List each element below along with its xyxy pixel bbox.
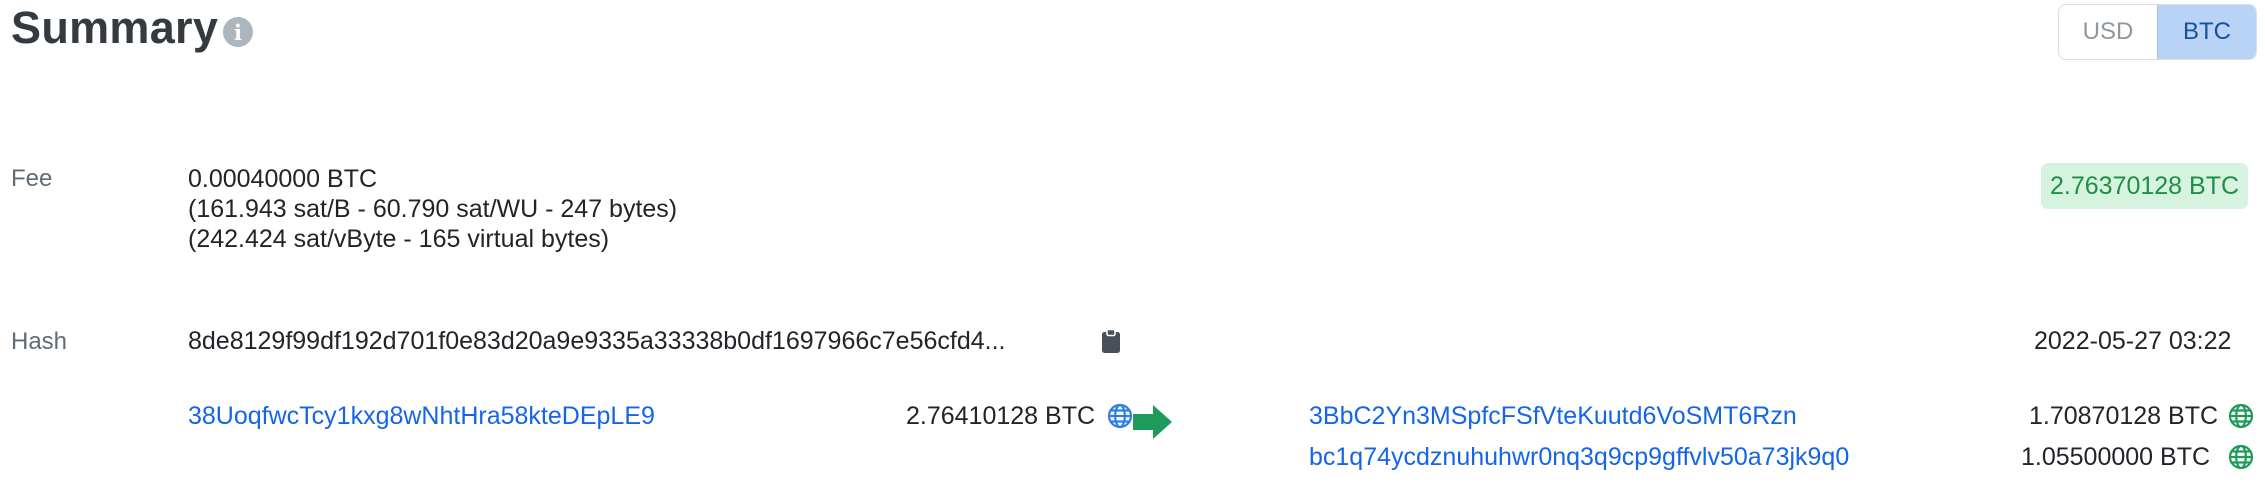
page-title: Summary [11, 2, 219, 53]
arrow-right-icon [1133, 404, 1173, 440]
currency-option-btc[interactable]: BTC [2157, 5, 2256, 59]
fee-detail-sat-b: (161.943 sat/B - 60.790 sat/WU - 247 byt… [188, 195, 678, 223]
globe-icon[interactable] [1107, 403, 1133, 429]
currency-toggle[interactable]: USD BTC [2058, 4, 2257, 60]
clipboard-icon[interactable] [1101, 328, 1121, 354]
globe-icon[interactable] [2228, 403, 2254, 429]
fee-label: Fee [11, 165, 53, 192]
output-amount: 1.05500000 BTC [2021, 443, 2211, 471]
currency-option-usd[interactable]: USD [2059, 5, 2157, 59]
total-amount-badge: 2.76370128 BTC [2041, 163, 2249, 209]
output-amount: 1.70870128 BTC [2029, 402, 2219, 430]
transaction-timestamp: 2022-05-27 03:22 [2034, 327, 2232, 355]
input-amount: 2.76410128 BTC [906, 402, 1096, 430]
input-address-link[interactable]: 38UoqfwcTcy1kxg8wNhtHra58kteDEpLE9 [188, 402, 655, 431]
transaction-hash: 8de8129f99df192d701f0e83d20a9e9335a33338… [188, 327, 1006, 355]
fee-amount: 0.00040000 BTC [188, 165, 378, 193]
fee-detail-sat-vbyte: (242.424 sat/vByte - 165 virtual bytes) [188, 225, 610, 253]
output-address-link[interactable]: bc1q74ycdznuhuhwr0nq3q9cp9gffvlv50a73jk9… [1309, 443, 1849, 472]
output-address-link[interactable]: 3BbC2Yn3MSpfcFSfVteKuutd6VoSMT6Rzn [1309, 402, 1797, 431]
hash-label: Hash [11, 328, 68, 355]
info-icon[interactable]: i [223, 17, 253, 47]
globe-icon[interactable] [2228, 444, 2254, 470]
